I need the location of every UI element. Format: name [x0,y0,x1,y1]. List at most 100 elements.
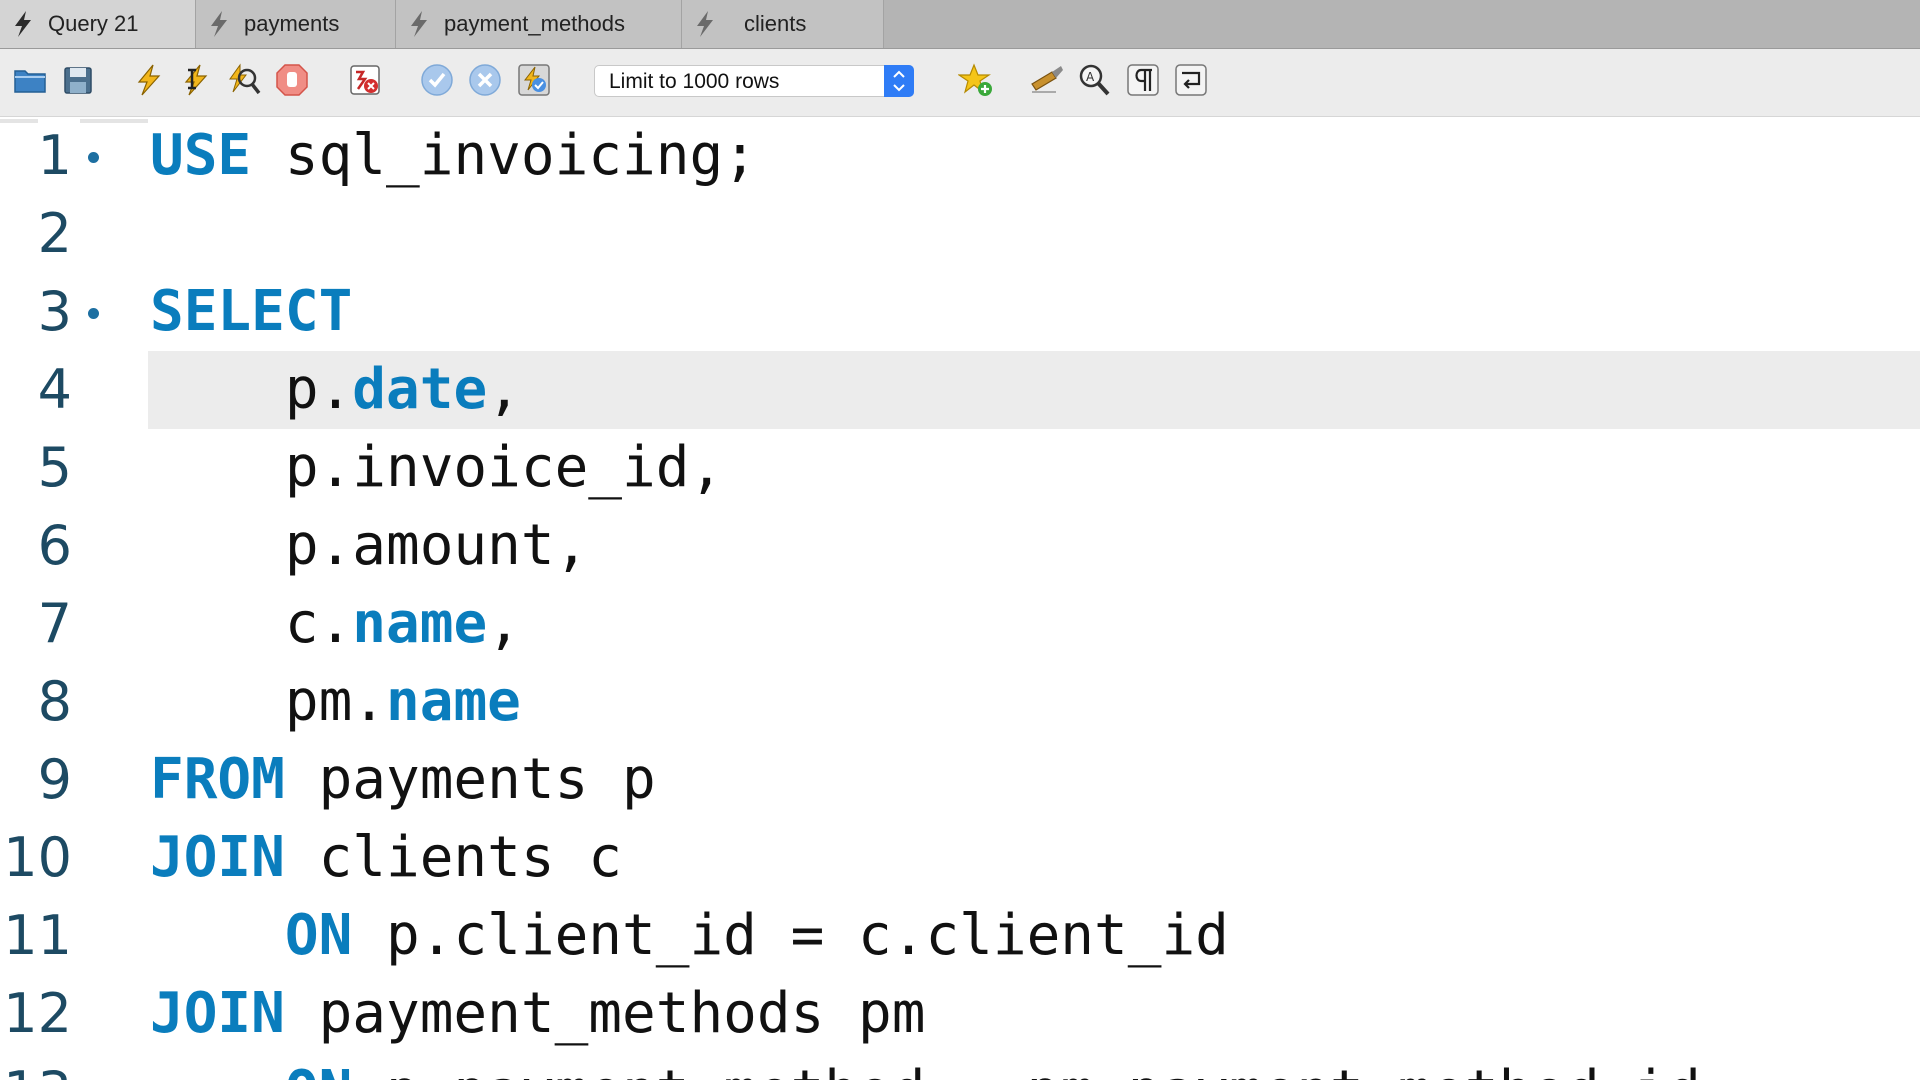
tab-payment-methods[interactable]: payment_methods [396,0,682,48]
code-text: p.date, [150,351,521,429]
sql-keyword: JOIN [150,825,285,890]
code-text: JOIN payment_methods pm [150,975,925,1053]
open-folder-icon[interactable] [12,62,48,98]
sql-identifier [150,903,285,968]
query-tab-bar: Query 21 payments payment_methods client… [0,0,1920,49]
sql-reserved-field: name [352,591,488,656]
svg-text:A: A [1086,70,1095,84]
line-number: 7 [37,592,72,655]
sql-identifier: clients c [284,825,623,890]
execute-current-icon[interactable] [178,62,214,98]
sql-identifier: p.invoice_id, [150,435,724,500]
beautify-icon[interactable] [1028,62,1064,98]
line-number: 13 [0,1053,72,1080]
lightning-icon [411,11,427,37]
line-number: 10 [3,826,72,889]
lightning-icon [15,11,31,37]
save-icon[interactable] [60,62,96,98]
code-text: p.invoice_id, [150,429,723,507]
sql-reserved-field: date [352,357,488,422]
rollback-icon[interactable] [467,62,503,98]
code-line[interactable]: 12 JOIN payment_methods pm [0,975,1920,1053]
code-line[interactable]: 2 [0,195,1920,273]
limit-rows-stepper[interactable] [884,65,914,97]
add-snippet-icon[interactable] [958,62,994,98]
statement-marker[interactable] [88,152,99,163]
sql-identifier: payment_methods pm [284,981,926,1046]
code-text: FROM payments p [150,741,656,819]
sql-keyword: ON [284,903,353,968]
line-number: 11 [3,904,72,967]
limit-rows-value: Limit to 1000 rows [609,70,780,93]
sql-identifier: p.amount, [150,513,589,578]
statement-marker[interactable] [88,308,99,319]
sql-identifier: , [487,591,521,656]
sql-identifier: c. [150,591,353,656]
tab-query-21[interactable]: Query 21 [0,0,196,48]
explain-icon[interactable] [226,62,262,98]
sql-identifier: p.payment_method = pm.payment_method_id [352,1059,1701,1080]
code-line[interactable]: 6 p.amount, [0,507,1920,585]
sql-reserved-field: name [386,669,521,734]
code-text: ON p.client_id = c.client_id [150,897,1229,975]
line-number: 6 [37,514,72,577]
find-icon[interactable]: A [1076,62,1112,98]
autocommit-icon[interactable] [516,62,552,98]
code-text: c.name, [150,585,521,663]
commit-icon[interactable] [419,62,455,98]
sql-identifier: p.client_id = c.client_id [352,903,1229,968]
invisible-chars-icon[interactable] [1125,62,1161,98]
code-line[interactable]: 1 USE sql_invoicing; [0,117,1920,195]
code-line[interactable]: 10 JOIN clients c [0,819,1920,897]
code-text: USE sql_invoicing; [150,117,757,195]
sql-identifier: payments p [284,747,656,812]
code-text: ON p.payment_method = pm.payment_method_… [150,1053,1701,1080]
sql-identifier: , [487,357,521,422]
code-line[interactable]: 5 p.invoice_id, [0,429,1920,507]
execute-icon[interactable] [131,62,167,98]
sql-editor-toolbar: Limit to 1000 rows A [0,49,1920,117]
sql-keyword: FROM [150,747,285,812]
sql-keyword: USE [150,123,252,188]
sql-keyword: JOIN [150,981,285,1046]
sql-keyword: SELECT [150,279,353,344]
sql-keyword: ON [285,1059,352,1080]
line-number: 9 [37,748,72,811]
line-number: 5 [37,436,72,499]
code-line[interactable]: 8 pm.name [0,663,1920,741]
tab-label: clients [744,11,807,36]
limit-rows-select[interactable]: Limit to 1000 rows [594,65,914,97]
code-line[interactable]: 7 c.name, [0,585,1920,663]
tab-label: payment_methods [444,11,625,36]
code-line[interactable]: 13 ON p.payment_method = pm.payment_meth… [0,1053,1920,1080]
tab-clients[interactable]: clients [682,0,884,48]
line-number: 1 [37,124,72,187]
code-text: SELECT [150,273,352,351]
tab-label: payments [244,11,340,36]
sql-identifier: pm. [150,669,387,734]
line-number: 4 [37,358,72,421]
code-line[interactable]: 11 ON p.client_id = c.client_id [0,897,1920,975]
sql-editor[interactable]: 1 USE sql_invoicing; 2 3 SELECT 4 p.date, 5 p.… [0,117,1920,1080]
line-number: 3 [37,280,72,343]
up-down-chevron-icon [893,70,905,92]
tab-payments[interactable]: payments [196,0,396,48]
sql-identifier: sql_invoicing; [251,123,757,188]
line-number: 8 [37,670,72,733]
tab-label: Query 21 [48,11,139,36]
sql-identifier [150,1059,285,1080]
stop-icon[interactable] [274,62,310,98]
line-number: 2 [37,202,72,265]
code-line[interactable]: 3 SELECT [0,273,1920,351]
code-text: pm.name [150,663,521,741]
code-text: JOIN clients c [150,819,622,897]
toggle-error-stop-icon[interactable] [347,62,383,98]
code-line[interactable]: 4 p.date, [0,351,1920,429]
lightning-icon [211,11,227,37]
wrap-lines-icon[interactable] [1173,62,1209,98]
sql-identifier: p. [150,357,353,422]
line-number: 12 [3,982,72,1045]
lightning-icon [697,11,713,37]
code-line[interactable]: 9 FROM payments p [0,741,1920,819]
code-text: p.amount, [150,507,588,585]
